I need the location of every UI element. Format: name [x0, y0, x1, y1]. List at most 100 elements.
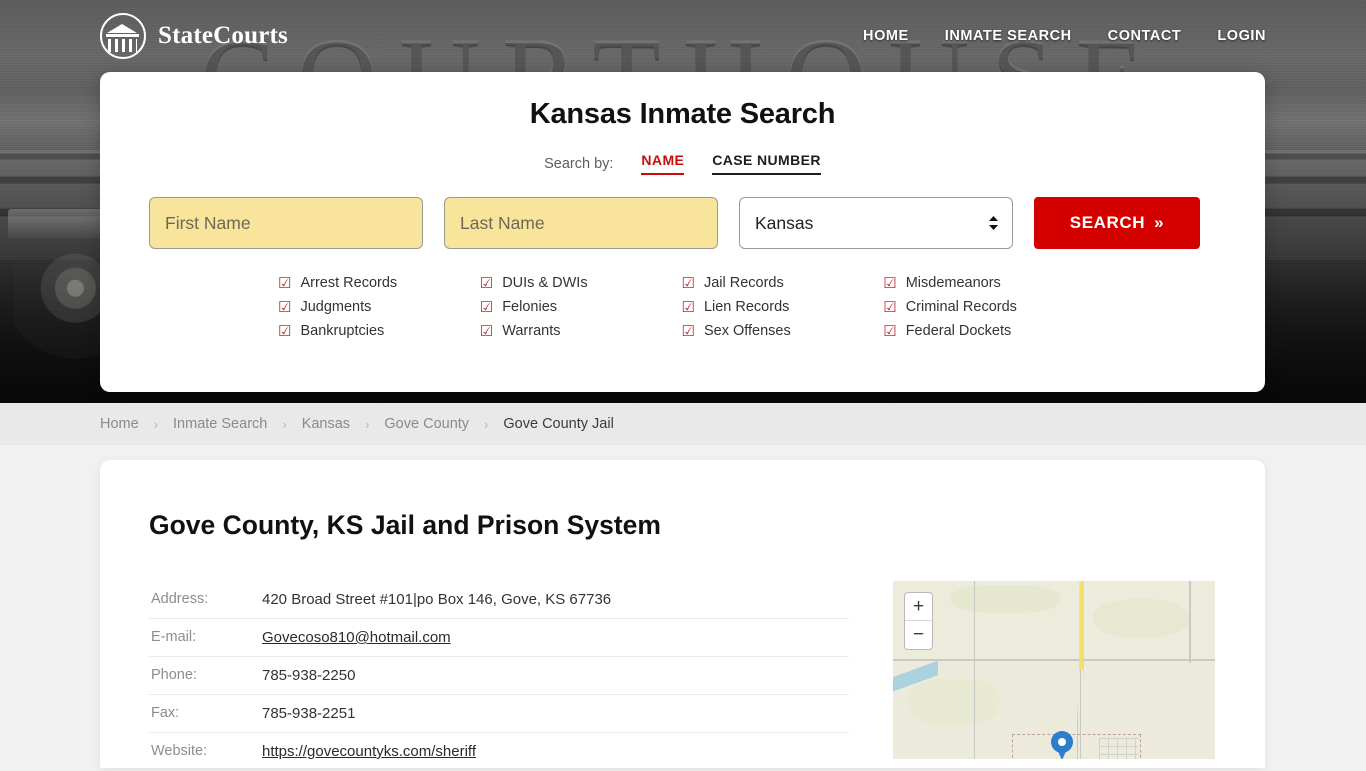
map-street-grid	[1099, 737, 1138, 759]
first-name-input[interactable]	[149, 197, 423, 249]
check-box-icon: ☑	[479, 274, 494, 292]
location-map[interactable]: + −	[893, 581, 1215, 759]
facility-detail-card: Gove County, KS Jail and Prison System A…	[100, 460, 1265, 771]
inmate-search-card: Kansas Inmate Search Search by: NAME CAS…	[100, 72, 1265, 392]
detail-value-fax: 785-938-2251	[262, 705, 356, 722]
hero-banner: COURTHOUSE StateCourts HOME INMATE SEARC…	[0, 0, 1366, 403]
feature-item: ☑ Criminal Records	[883, 299, 1085, 315]
map-road	[1189, 581, 1191, 663]
detail-value-website: https://govecountyks.com/sheriff	[262, 733, 849, 771]
breadcrumb-item-home[interactable]: Home	[100, 416, 139, 432]
table-row: Fax: 785-938-2251	[149, 695, 849, 733]
map-zoom-out-button[interactable]: −	[905, 621, 932, 649]
feature-label: DUIs & DWIs	[502, 275, 588, 291]
double-chevron-right-icon: »	[1154, 213, 1165, 232]
map-green-area	[1092, 598, 1190, 638]
feature-label: Arrest Records	[300, 275, 398, 291]
check-box-icon: ☑	[681, 274, 695, 292]
site-logo[interactable]: StateCourts	[100, 13, 288, 59]
courthouse-circle-icon	[100, 13, 146, 59]
map-water-feature	[893, 646, 939, 710]
page-title: Gove County, KS Jail and Prison System	[149, 510, 661, 540]
feature-item: ☑ Lien Records	[682, 299, 884, 315]
check-box-icon: ☑	[479, 322, 494, 340]
detail-label: Website:	[151, 743, 208, 759]
search-by-tabs: Search by: NAME CASE NUMBER	[100, 152, 1265, 175]
location-pin-icon	[1050, 730, 1073, 759]
check-box-icon: ☑	[883, 274, 897, 292]
feature-item: ☑ Arrest Records	[278, 275, 480, 291]
feature-label: Lien Records	[703, 299, 790, 315]
check-box-icon: ☑	[278, 298, 292, 316]
chevron-right-icon: ›	[484, 416, 489, 432]
top-navigation-bar: StateCourts HOME INMATE SEARCH CONTACT L…	[0, 0, 1366, 72]
feature-label: Bankruptcies	[300, 323, 385, 339]
map-zoom-in-button[interactable]: +	[905, 593, 932, 621]
feature-checklist: ☑ Arrest Records ☑ DUIs & DWIs ☑ Jail Recor…	[100, 275, 1265, 339]
state-select[interactable]: Kansas	[739, 197, 1013, 249]
tab-case-number[interactable]: CASE NUMBER	[712, 152, 821, 175]
map-green-area	[950, 584, 1061, 614]
feature-label: Felonies	[502, 299, 558, 315]
feature-label: Judgments	[300, 299, 372, 315]
feature-label: Warrants	[502, 323, 561, 339]
check-box-icon: ☑	[681, 322, 695, 340]
feature-item: ☑ Felonies	[480, 299, 682, 315]
check-box-icon: ☑	[479, 298, 494, 316]
map-road	[893, 659, 1215, 661]
breadcrumb-item-gove-county[interactable]: Gove County	[384, 416, 469, 432]
table-row: E-mail: Govecoso810@hotmail.com	[149, 619, 849, 657]
nav-item-login[interactable]: LOGIN	[1217, 28, 1266, 44]
website-link[interactable]: https://govecountyks.com/sheriff	[262, 743, 476, 760]
breadcrumb: Home › Inmate Search › Kansas › Gove Cou…	[100, 416, 614, 432]
tab-name[interactable]: NAME	[641, 152, 685, 175]
breadcrumb-bar: Home › Inmate Search › Kansas › Gove Cou…	[0, 403, 1366, 445]
chevron-right-icon: ›	[282, 416, 287, 432]
feature-label: Misdemeanors	[905, 275, 1001, 291]
search-button[interactable]: SEARCH »	[1034, 197, 1200, 249]
feature-item: ☑ Federal Dockets	[883, 323, 1085, 339]
detail-value-phone: 785-938-2250	[262, 667, 356, 684]
nav-item-home[interactable]: HOME	[863, 28, 909, 44]
breadcrumb-item-inmate-search[interactable]: Inmate Search	[173, 416, 267, 432]
table-row: Phone: 785-938-2250	[149, 657, 849, 695]
feature-label: Federal Dockets	[905, 323, 1012, 339]
search-by-label: Search by:	[544, 155, 614, 172]
feature-label: Sex Offenses	[703, 323, 791, 339]
check-box-icon: ☑	[883, 322, 897, 340]
feature-item: ☑ Bankruptcies	[278, 323, 480, 339]
last-name-input[interactable]	[444, 197, 718, 249]
chevron-right-icon: ›	[153, 416, 159, 432]
detail-label: Address:	[151, 591, 209, 607]
state-select-wrapper: Kansas	[739, 197, 1013, 249]
search-card-title: Kansas Inmate Search	[529, 98, 836, 130]
feature-item: ☑ Misdemeanors	[883, 275, 1085, 291]
feature-item: ☑ Sex Offenses	[682, 323, 884, 339]
nav-item-inmate-search[interactable]: INMATE SEARCH	[945, 28, 1072, 44]
breadcrumb-item-current: Gove County Jail	[503, 416, 614, 432]
breadcrumb-item-kansas[interactable]: Kansas	[302, 416, 350, 432]
detail-value-address: 420 Broad Street #101|po Box 146, Gove, …	[262, 591, 612, 608]
email-link[interactable]: Govecoso810@hotmail.com	[262, 629, 451, 646]
feature-item: ☑ Judgments	[278, 299, 480, 315]
main-nav: HOME INMATE SEARCH CONTACT LOGIN	[863, 28, 1266, 44]
detail-label: Phone:	[151, 667, 197, 683]
feature-label: Criminal Records	[905, 299, 1017, 315]
chevron-right-icon: ›	[365, 416, 370, 432]
detail-value-email: Govecoso810@hotmail.com	[262, 619, 849, 657]
nav-item-contact[interactable]: CONTACT	[1108, 28, 1182, 44]
map-zoom-controls: + −	[904, 592, 933, 650]
detail-label: E-mail:	[151, 629, 197, 645]
check-box-icon: ☑	[278, 274, 292, 292]
feature-item: ☑ DUIs & DWIs	[480, 275, 682, 291]
check-box-icon: ☑	[883, 298, 897, 316]
search-form: Kansas SEARCH »	[100, 197, 1265, 249]
check-box-icon: ☑	[681, 298, 695, 316]
facility-info-section: Address: 420 Broad Street #101|po Box 14…	[100, 581, 1265, 771]
facility-details-table: Address: 420 Broad Street #101|po Box 14…	[149, 581, 849, 771]
table-row: Address: 420 Broad Street #101|po Box 14…	[149, 581, 849, 619]
map-road	[973, 581, 975, 759]
detail-label: Fax:	[151, 705, 180, 721]
brand-name: StateCourts	[158, 22, 288, 49]
check-box-icon: ☑	[278, 322, 292, 340]
